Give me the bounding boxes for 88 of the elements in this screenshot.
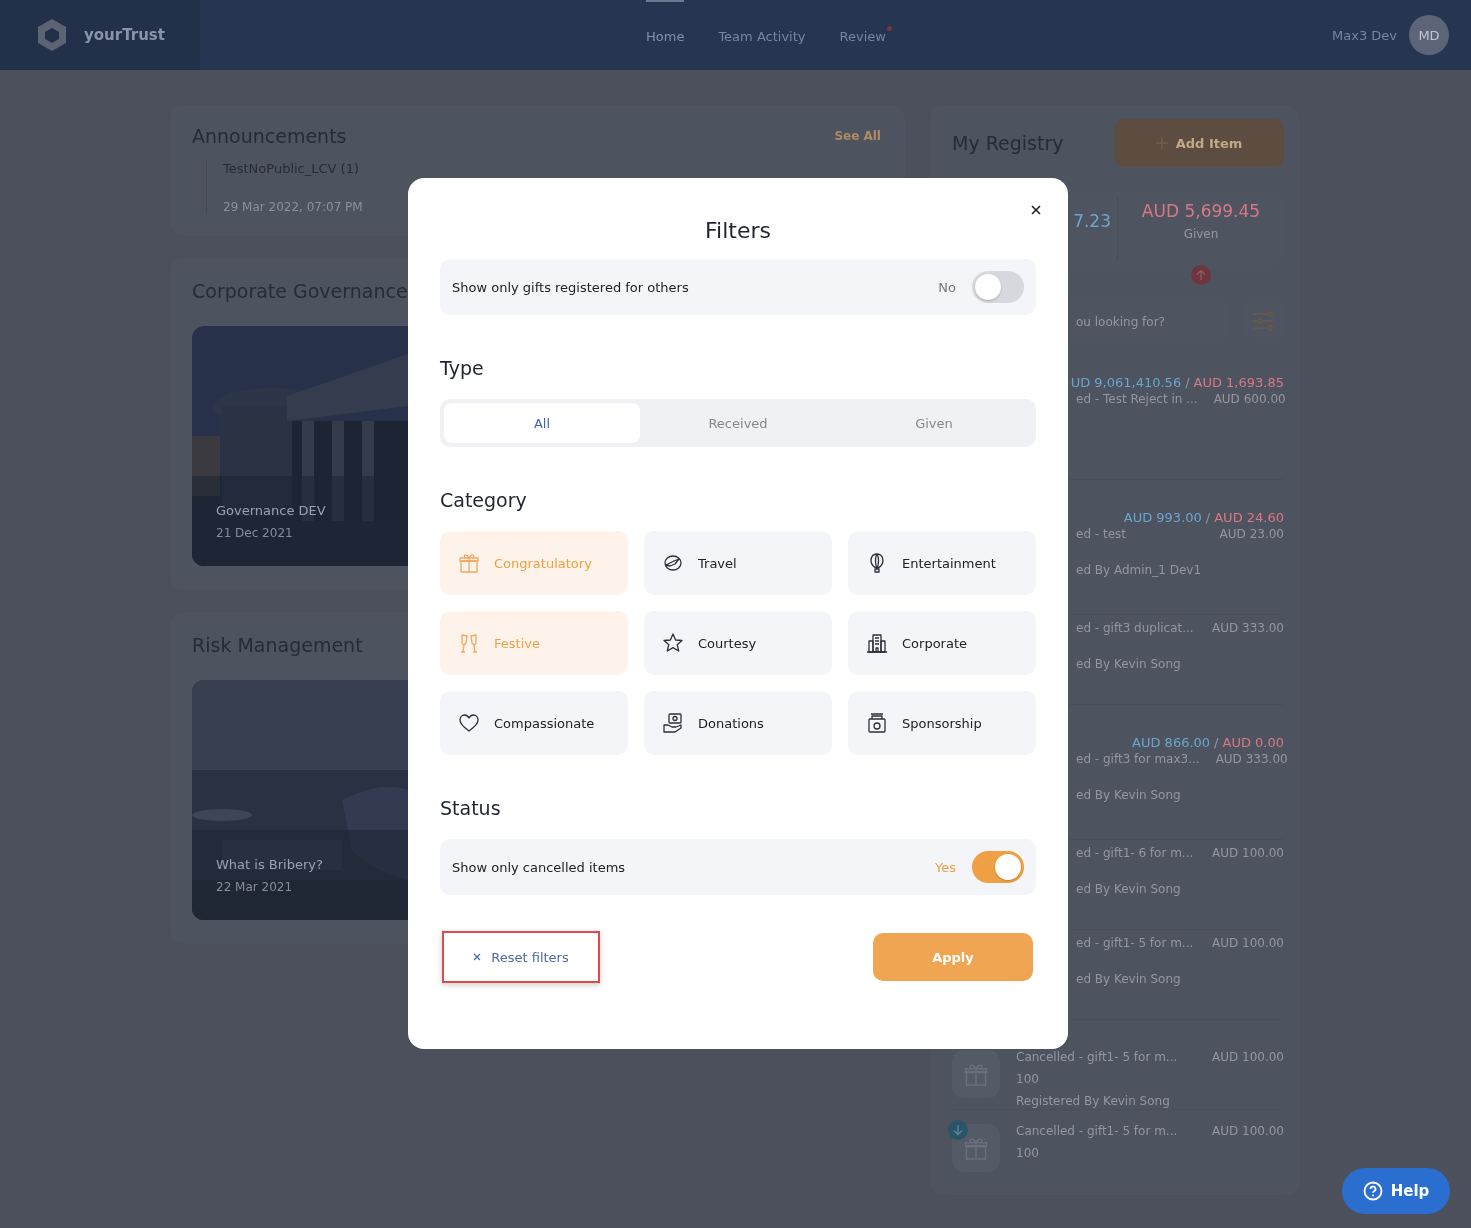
given-total: AUD 0.00: [1222, 735, 1284, 750]
nav-link[interactable]: Team Activity: [718, 0, 806, 70]
close-icon: [1031, 205, 1041, 215]
item-registrant: Registered By Kevin Song: [1016, 1094, 1171, 1108]
item-amount: AUD 333.00: [1215, 752, 1288, 768]
add-item-button[interactable]: Add Item: [1114, 119, 1284, 167]
item-registrant: ed By Kevin Song: [1076, 788, 1182, 802]
arrow-up-icon: [1191, 265, 1211, 285]
item-amount: AUD 600.00: [1213, 392, 1286, 408]
sliders-icon: [1252, 311, 1274, 331]
type-tab[interactable]: Received: [640, 403, 836, 443]
received-amount: 7.23: [1073, 211, 1111, 233]
category-option[interactable]: Corporate: [848, 611, 1036, 675]
plane-icon: [662, 552, 684, 574]
item-title[interactable]: Cancelled - gift1- 5 for m...: [1016, 1050, 1196, 1064]
reset-filters-button[interactable]: Reset filters: [442, 931, 600, 983]
category-option[interactable]: Travel: [644, 531, 832, 595]
item-registrant: ed By Kevin Song: [1076, 972, 1182, 986]
received-total: AUD 866.00: [1132, 735, 1211, 750]
avatar[interactable]: MD: [1409, 15, 1449, 55]
item-amount: AUD 100.00: [1211, 936, 1284, 952]
toggle-value: No: [938, 279, 956, 295]
star-icon: [662, 632, 684, 654]
given-total: AUD 1,693.85: [1193, 375, 1284, 390]
apply-button[interactable]: Apply: [873, 933, 1033, 981]
toggle-switch[interactable]: [972, 271, 1024, 303]
item-amount: AUD 100.00: [1211, 1050, 1284, 1066]
article-title[interactable]: What is Bribery?: [216, 857, 323, 872]
building-icon: [866, 632, 888, 654]
item-title[interactable]: Cancelled - gift1- 5 for m...: [1016, 1124, 1196, 1138]
given-total: AUD 24.60: [1214, 510, 1284, 525]
group-heading: Status: [440, 797, 502, 819]
item-amount: AUD 100.00: [1211, 846, 1284, 862]
item-title[interactable]: ed - gift3 for max3...: [1076, 752, 1200, 766]
item-amount: AUD 23.00: [1219, 527, 1284, 543]
dialog-title: Filters: [704, 218, 772, 243]
item-amount: AUD 333.00: [1211, 621, 1284, 637]
announcement-date: 29 Mar 2022, 07:07 PM: [223, 200, 364, 214]
separator: /: [1185, 375, 1190, 390]
nav-link[interactable]: Home: [646, 0, 685, 70]
given-label: Given: [1183, 227, 1219, 241]
item-registrant: ed By Admin_1 Dev1: [1076, 563, 1202, 577]
separator: /: [1205, 510, 1211, 525]
category-option[interactable]: Donations: [644, 691, 832, 755]
see-all-link[interactable]: See All: [834, 129, 881, 143]
gift-icon: [964, 1136, 988, 1160]
received-total: AUD 993.00: [1123, 510, 1202, 525]
category-option[interactable]: Entertainment: [848, 531, 1036, 595]
category-option[interactable]: Compassionate: [440, 691, 628, 755]
help-button[interactable]: Help: [1342, 1168, 1450, 1214]
register-icon: [866, 712, 888, 734]
item-quantity: 100: [1016, 1072, 1040, 1086]
separator: /: [1214, 735, 1219, 750]
help-icon: [1362, 1181, 1383, 1201]
nav-link[interactable]: Review: [839, 0, 886, 70]
type-tab[interactable]: All: [444, 403, 640, 443]
item-title[interactable]: ed - gift3 duplicat...: [1076, 621, 1196, 635]
item-quantity: 100: [1016, 1146, 1040, 1160]
toggle-label: Show only cancelled items: [452, 859, 627, 875]
article-date: 22 Mar 2021: [216, 880, 294, 894]
hand-icon: [662, 712, 684, 734]
user-name: Max3 Dev: [1332, 27, 1397, 43]
category-option[interactable]: Festive: [440, 611, 628, 675]
item-title[interactable]: ed - gift1- 6 for m...: [1076, 846, 1196, 860]
category-option[interactable]: Congratulatory: [440, 531, 628, 595]
close-icon: [473, 953, 482, 961]
article-date: 21 Dec 2021: [216, 526, 294, 540]
category-option[interactable]: Sponsorship: [848, 691, 1036, 755]
given-amount: AUD 5,699.45: [1141, 201, 1261, 221]
glasses-icon: [458, 632, 480, 654]
toggle-value: Yes: [935, 859, 956, 875]
category-option[interactable]: Courtesy: [644, 611, 832, 675]
article-title[interactable]: Governance DEV: [216, 503, 326, 518]
toggle-label: Show only gifts registered for others: [452, 279, 690, 295]
logo-text: yourTrust: [84, 26, 165, 44]
type-tab[interactable]: Given: [836, 403, 1032, 443]
item-registrant: ed By Kevin Song: [1076, 657, 1182, 671]
received-total: UD 9,061,410.56: [1070, 375, 1182, 390]
item-title[interactable]: ed - Test Reject in ...: [1076, 392, 1198, 406]
group-heading: Category: [440, 489, 528, 511]
item-amount: AUD 100.00: [1211, 1124, 1284, 1140]
item-registrant: ed By Kevin Song: [1076, 882, 1182, 896]
group-heading: Type: [440, 357, 485, 379]
heart-icon: [458, 712, 480, 734]
toggle-switch[interactable]: [972, 851, 1024, 883]
gift-icon: [458, 552, 480, 574]
item-title[interactable]: ed - gift1- 5 for m...: [1076, 936, 1196, 950]
item-title[interactable]: ed - test: [1076, 527, 1204, 541]
